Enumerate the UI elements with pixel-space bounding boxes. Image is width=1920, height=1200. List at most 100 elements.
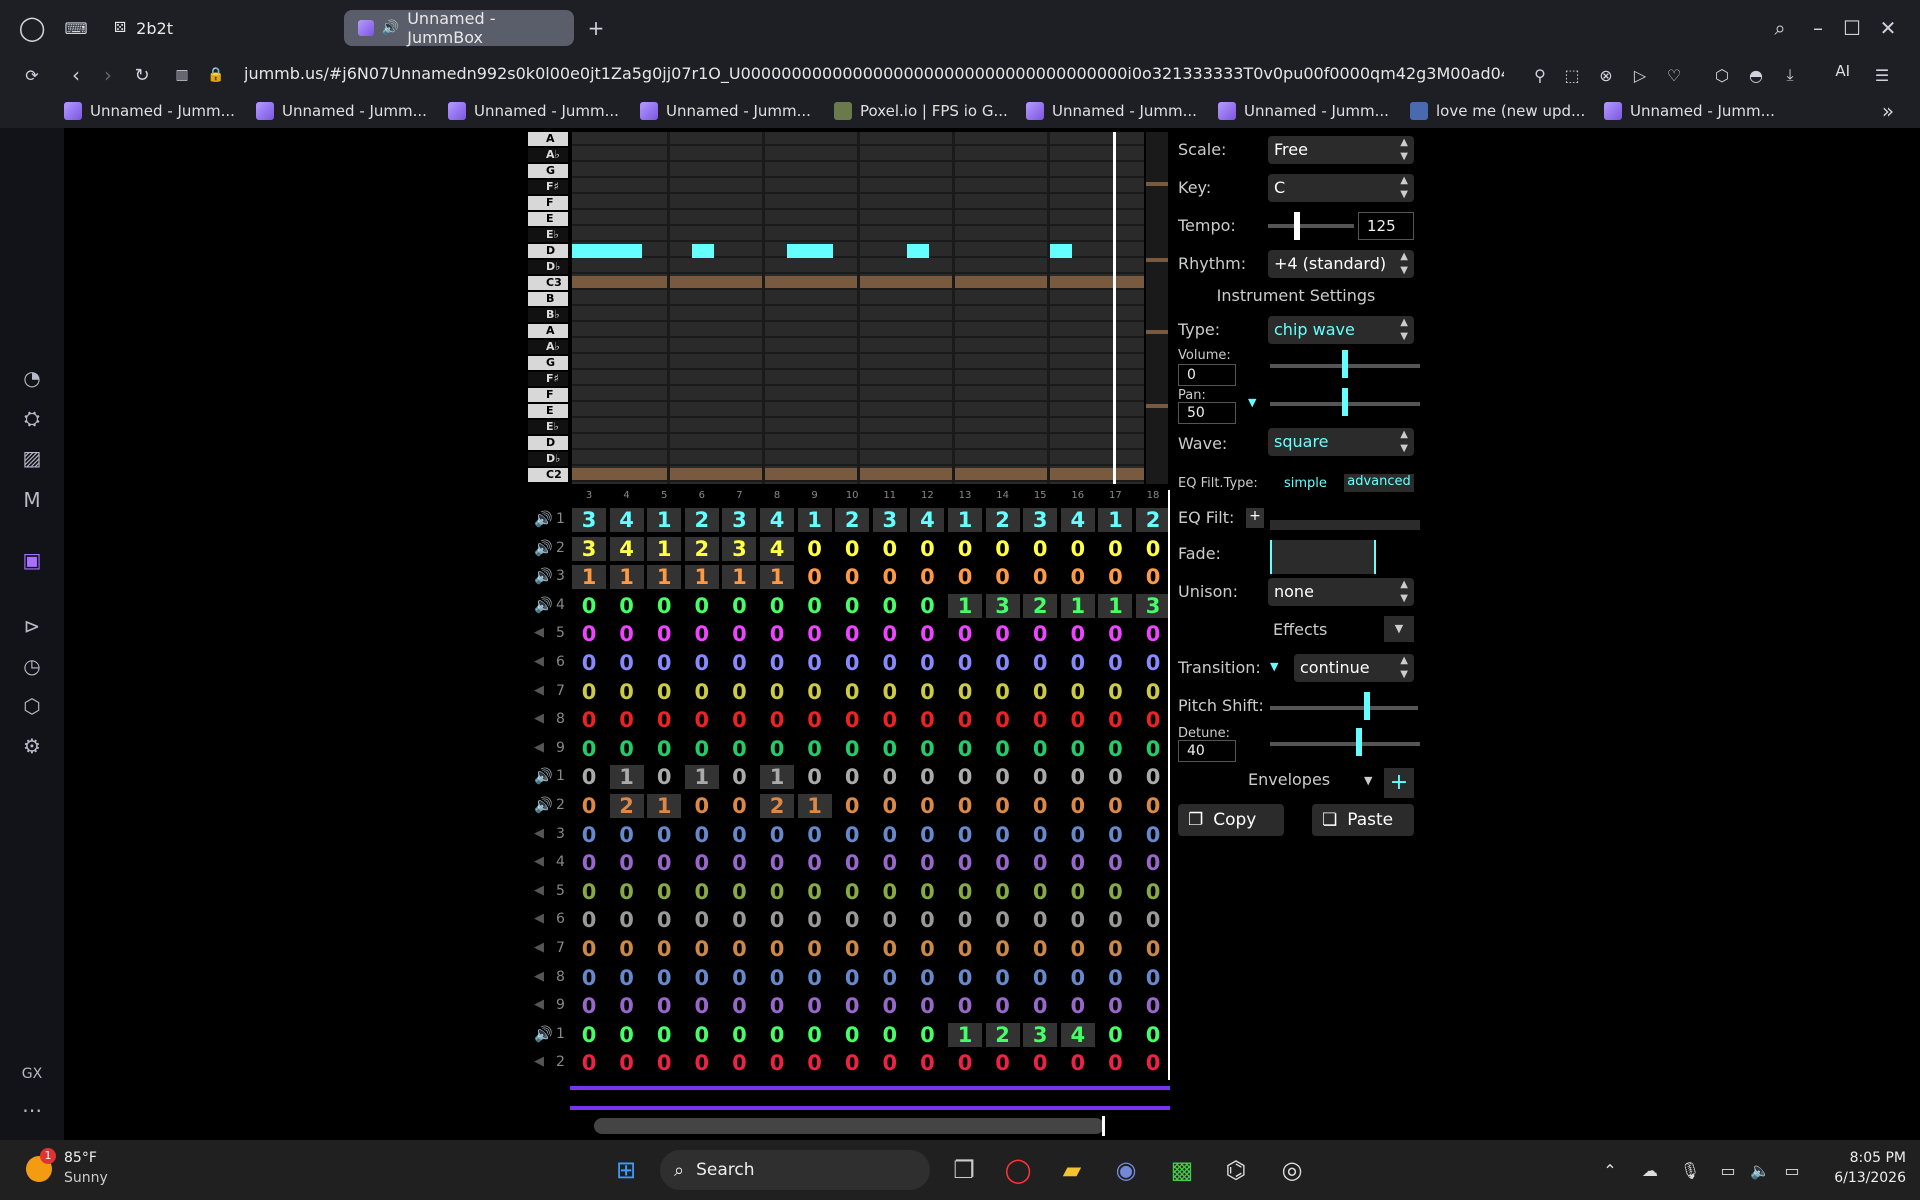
pattern-editor[interactable] (572, 132, 1144, 484)
pattern-cell[interactable]: 0 (610, 1023, 644, 1047)
channel-number[interactable]: 1 (556, 508, 570, 530)
minimize-icon[interactable]: – (1804, 14, 1832, 42)
pattern-cell[interactable]: 0 (1061, 765, 1095, 789)
pattern-cell[interactable]: 0 (1098, 708, 1132, 732)
pattern-cell[interactable]: 1 (797, 508, 832, 532)
history-icon[interactable]: ◷ (18, 652, 46, 680)
pattern-cell[interactable]: 0 (873, 651, 907, 675)
pattern-cell[interactable]: 0 (948, 565, 982, 589)
pattern-cell[interactable]: 0 (685, 823, 719, 847)
pattern-cell[interactable]: 0 (986, 622, 1020, 646)
pattern-cell[interactable]: 0 (798, 651, 832, 675)
pattern-cell[interactable]: 0 (1023, 737, 1057, 761)
pattern-cell[interactable]: 0 (685, 1023, 719, 1047)
piano-key[interactable]: F (528, 388, 568, 402)
play-icon[interactable]: ▷ (1626, 61, 1654, 89)
piano-key[interactable]: D (528, 244, 568, 258)
pattern-cell[interactable]: 1 (722, 565, 757, 590)
pattern-cell[interactable]: 0 (798, 966, 832, 990)
pan-slider-knob[interactable] (1342, 388, 1348, 416)
pattern-cell[interactable]: 4 (760, 536, 794, 561)
pattern-cell[interactable]: 0 (910, 594, 944, 618)
pattern-cell[interactable]: 0 (1098, 765, 1132, 789)
pattern-cell[interactable]: 0 (647, 594, 681, 618)
pattern-cell[interactable]: 0 (1098, 1051, 1132, 1075)
channel-number[interactable]: 7 (556, 680, 570, 702)
pattern-cell[interactable]: 0 (835, 651, 869, 675)
pattern-cell[interactable]: 4 (609, 536, 644, 561)
maximize-icon[interactable]: ☐ (1838, 14, 1866, 42)
pan-expand-icon[interactable]: ▼ (1248, 396, 1256, 409)
speaker-icon[interactable]: 🔊 (534, 794, 554, 816)
pattern-cell[interactable]: 0 (1098, 966, 1132, 990)
pattern-cell[interactable]: 0 (910, 823, 944, 847)
pattern-cell[interactable]: 2 (684, 536, 719, 561)
opera-gx-icon[interactable]: ◯ (998, 1150, 1038, 1190)
pattern-cell[interactable]: 0 (1061, 851, 1095, 875)
pattern-cell[interactable]: 2 (985, 1022, 1020, 1047)
piano-key[interactable]: F♯ (528, 372, 568, 386)
pattern-cell[interactable]: 0 (910, 937, 944, 961)
pattern-cell[interactable]: 0 (685, 680, 719, 704)
app-icon[interactable]: ⌬ (1216, 1150, 1256, 1190)
pattern-cell[interactable]: 0 (1023, 794, 1057, 818)
pattern-cell[interactable]: 0 (835, 565, 869, 589)
pattern-cell[interactable]: 0 (1061, 737, 1095, 761)
pattern-cell[interactable]: 0 (873, 1051, 907, 1075)
pattern-cell[interactable]: 0 (1098, 794, 1132, 818)
pattern-cell[interactable]: 0 (873, 594, 907, 618)
channel-number[interactable]: 3 (556, 823, 570, 845)
piano-key[interactable]: B (528, 292, 568, 306)
pattern-cell[interactable]: 0 (722, 708, 756, 732)
pattern-cell[interactable]: 0 (873, 908, 907, 932)
pattern-cell[interactable]: 0 (722, 651, 756, 675)
pattern-cell[interactable]: 0 (1061, 708, 1095, 732)
pattern-cell[interactable]: 0 (1136, 708, 1170, 732)
muted-speaker-icon[interactable]: ◀ (534, 622, 554, 644)
note[interactable] (787, 244, 833, 258)
pattern-cell[interactable]: 0 (1023, 708, 1057, 732)
channel-number[interactable]: 3 (556, 565, 570, 587)
battery-icon[interactable]: ▭ (1772, 1150, 1812, 1190)
muted-speaker-icon[interactable]: ◀ (534, 823, 554, 845)
pattern-cell[interactable]: 0 (1098, 851, 1132, 875)
pattern-cell[interactable]: 0 (873, 765, 907, 789)
pattern-cell[interactable]: 0 (647, 708, 681, 732)
channel-number[interactable]: 1 (556, 765, 570, 787)
clock-time[interactable]: 8:05 PM (1816, 1150, 1906, 1166)
pattern-cell[interactable]: 0 (835, 908, 869, 932)
pattern-cell[interactable]: 0 (760, 966, 794, 990)
pattern-cell[interactable]: 0 (948, 537, 982, 561)
pattern-cell[interactable]: 0 (1136, 680, 1170, 704)
pattern-cell[interactable]: 0 (798, 737, 832, 761)
extensions-icon[interactable]: ⬡ (18, 692, 46, 720)
pattern-cell[interactable]: 0 (986, 680, 1020, 704)
pattern-cell[interactable]: 0 (798, 1051, 832, 1075)
pattern-cell[interactable]: 0 (873, 880, 907, 904)
pattern-cell[interactable]: 0 (647, 680, 681, 704)
pattern-cell[interactable]: 0 (760, 622, 794, 646)
pattern-cell[interactable]: 0 (1023, 680, 1057, 704)
pattern-cell[interactable]: 0 (685, 880, 719, 904)
pattern-cell[interactable]: 1 (609, 565, 644, 590)
pattern-cell[interactable]: 0 (986, 994, 1020, 1018)
pattern-cell[interactable]: 0 (1061, 794, 1095, 818)
pattern-cell[interactable]: 0 (798, 594, 832, 618)
pattern-cell[interactable]: 0 (910, 851, 944, 875)
pattern-cell[interactable]: 0 (798, 880, 832, 904)
pattern-cell[interactable]: 0 (948, 1051, 982, 1075)
twitch-icon[interactable]: ▣ (18, 546, 46, 574)
pattern-cell[interactable]: 0 (948, 823, 982, 847)
pattern-cell[interactable]: 0 (986, 708, 1020, 732)
pattern-cell[interactable]: 0 (798, 994, 832, 1018)
pattern-cell[interactable]: 0 (948, 966, 982, 990)
bookmark[interactable]: Unnamed - Jumm... (1026, 97, 1197, 125)
muted-speaker-icon[interactable]: ◀ (534, 937, 554, 959)
piano-key[interactable]: G (528, 356, 568, 370)
pattern-cell[interactable]: 0 (910, 994, 944, 1018)
bookmark[interactable]: Poxel.io | FPS io G... (834, 97, 1008, 125)
muted-speaker-icon[interactable]: ◀ (534, 651, 554, 673)
pattern-cell[interactable]: 0 (798, 708, 832, 732)
pattern-cell[interactable]: 3 (1023, 508, 1058, 532)
pattern-cell[interactable]: 0 (835, 851, 869, 875)
